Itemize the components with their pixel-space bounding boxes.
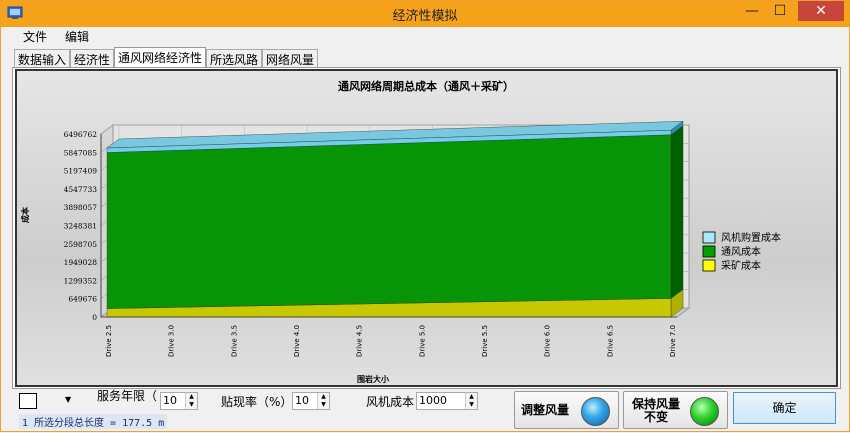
fan-cost-label: 风机成本: [366, 395, 415, 409]
y-tick-label: 1299352: [64, 276, 98, 285]
x-tick-label: Drive 3.5: [230, 325, 238, 357]
combo-box[interactable]: [19, 393, 37, 409]
tab-data-input[interactable]: 数据输入: [14, 49, 71, 67]
maximize-button[interactable]: ☐: [766, 1, 794, 21]
minimize-button[interactable]: —: [738, 1, 766, 21]
tab-panel: 0 649676 1299352 1949028 2598705 3248381 38980…: [12, 67, 841, 389]
x-axis-label: 围岩大小: [357, 374, 389, 384]
x-tick-label: Drive 5.0: [418, 325, 426, 357]
y-tick-label: 4547733: [64, 185, 98, 194]
close-button[interactable]: ✕: [798, 1, 844, 21]
menu-bar: 文件 编辑: [1, 27, 849, 45]
legend-swatch: [702, 259, 716, 272]
selection-combo[interactable]: ▼: [19, 393, 75, 411]
keep-airflow-button[interactable]: 保持风量 不变: [623, 391, 728, 429]
y-tick-label: 0: [92, 313, 97, 322]
green-indicator-icon: [690, 397, 719, 426]
legend-label: 风机购置成本: [721, 231, 781, 244]
x-tick-label: Drive 2.5: [105, 325, 113, 357]
discount-rate-label: 贴现率（%）: [221, 395, 293, 409]
tab-ventilation-network-economy[interactable]: 通风网络经济性: [114, 47, 207, 68]
service-years-value[interactable]: 10: [163, 394, 177, 407]
window-title: 经济性模拟: [392, 9, 458, 24]
chevron-down-icon[interactable]: ▼: [65, 395, 71, 404]
fan-cost-value[interactable]: 1000: [419, 394, 447, 407]
x-tick-label: Drive 4.5: [356, 325, 364, 357]
y-tick-label: 6496762: [64, 130, 98, 139]
stepper-arrows-icon[interactable]: ▲ ▼: [185, 393, 197, 409]
series-area: [106, 134, 672, 309]
y-tick-label: 1949028: [64, 258, 98, 267]
stepper-arrows-icon[interactable]: ▲ ▼: [465, 393, 477, 409]
y-tick-label: 2598705: [64, 240, 98, 249]
x-tick-label: Drive 7.0: [669, 325, 677, 357]
x-tick-label: Drive 6.5: [606, 325, 614, 357]
x-tick-label: Drive 4.0: [293, 325, 301, 357]
y-tick-label: 3248381: [64, 222, 97, 231]
y-axis-label: 成本: [20, 207, 30, 223]
x-tick-label: Drive 5.5: [481, 325, 489, 357]
legend-label: 通风成本: [721, 245, 761, 258]
service-years-stepper[interactable]: 10 ▲ ▼: [160, 392, 198, 410]
y-tick-label: 649676: [68, 295, 97, 304]
menu-edit[interactable]: 编辑: [65, 28, 89, 45]
discount-rate-stepper[interactable]: 10 ▲ ▼: [292, 392, 330, 410]
y-tick-label: 3898057: [64, 203, 98, 212]
service-years-label: 服务年限（: [97, 389, 158, 403]
x-tick-label: Drive 3.0: [168, 325, 176, 357]
legend-swatch: [702, 231, 716, 244]
tab-network-airflow[interactable]: 网络风量: [262, 49, 319, 67]
x-tick-label: Drive 6.0: [544, 325, 552, 357]
adjust-airflow-label: 调整风量: [521, 403, 570, 417]
bottom-toolbar: ▼ 服务年限（ 10 ▲ ▼ 贴现率（%） 10 ▲ ▼ 风机成本 1000 ▲ ▼ …: [1, 389, 849, 433]
chart-frame: 0 649676 1299352 1949028 2598705 3248381 38980…: [15, 69, 838, 387]
blue-indicator-icon: [581, 397, 610, 426]
discount-rate-value[interactable]: 10: [295, 394, 309, 407]
legend-label: 采矿成本: [721, 259, 761, 272]
menu-file[interactable]: 文件: [23, 28, 47, 45]
keep-airflow-label: 保持风量 不变: [631, 397, 680, 424]
fan-cost-stepper[interactable]: 1000 ▲ ▼: [416, 392, 478, 410]
status-text: 1 所选分段总长度 = 177.5 m: [19, 414, 168, 429]
y-tick-label: 5847085: [64, 148, 98, 157]
title-bar: 经济性模拟 — ☐ ✕: [1, 1, 849, 27]
chart-title: 通风网络周期总成本（通风＋采矿）: [338, 79, 514, 93]
tab-economy[interactable]: 经济性: [70, 49, 115, 67]
legend-swatch: [702, 245, 716, 258]
y-tick-label: 5197409: [64, 167, 98, 176]
series-side-face: [670, 125, 684, 299]
main-window: 经济性模拟 — ☐ ✕ 文件 编辑 数据输入 经济性 通风网络经济性 所选风路 …: [0, 0, 850, 432]
adjust-airflow-button[interactable]: 调整风量: [514, 391, 619, 429]
tab-selected-airway[interactable]: 所选风路: [206, 49, 263, 67]
cost-chart: 0 649676 1299352 1949028 2598705 3248381 38980…: [20, 79, 781, 384]
stepper-arrows-icon[interactable]: ▲ ▼: [317, 393, 329, 409]
ok-button[interactable]: 确定: [733, 392, 836, 424]
